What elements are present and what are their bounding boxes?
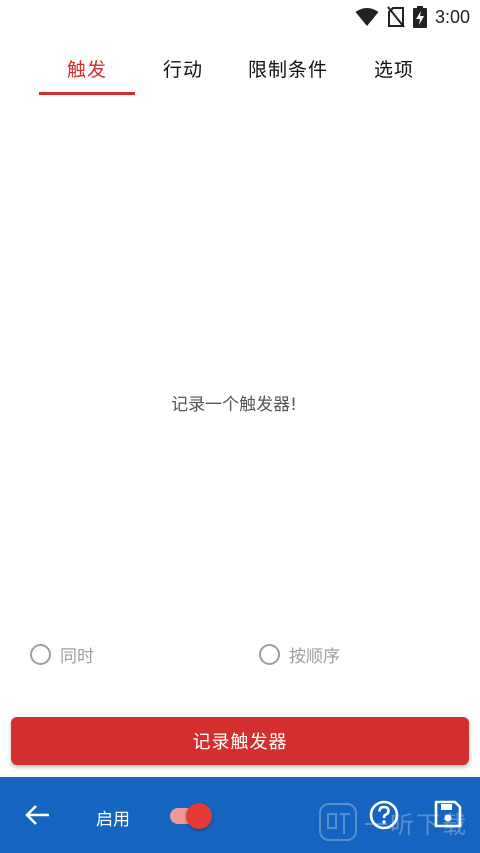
watermark-logo-icon — [319, 803, 357, 841]
empty-state-message: 记录一个触发器! — [171, 395, 297, 415]
tab-actions[interactable]: 行动 — [140, 40, 226, 96]
record-trigger-button-label: 记录触发器 — [192, 732, 288, 753]
tab-trigger[interactable]: 触发 — [39, 40, 135, 96]
radio-option-simultaneous[interactable]: 同时 — [30, 642, 94, 667]
status-bar: 3:00 — [0, 0, 480, 34]
wifi-icon — [355, 8, 379, 26]
radio-label-sequential: 按顺序 — [289, 647, 340, 667]
enable-toggle[interactable] — [170, 801, 216, 831]
back-arrow-icon[interactable] — [24, 801, 52, 829]
active-tab-indicator — [39, 92, 135, 95]
status-icons: 3:00 — [355, 6, 470, 28]
battery-charging-icon — [412, 6, 427, 28]
radio-label-simultaneous: 同时 — [60, 647, 94, 667]
toggle-thumb — [186, 803, 212, 829]
radio-option-sequential[interactable]: 按顺序 — [259, 642, 340, 667]
tab-bar: 触发 行动 限制条件 选项 — [0, 40, 480, 98]
tab-options[interactable]: 选项 — [352, 40, 436, 96]
tab-constraints[interactable]: 限制条件 — [236, 40, 340, 96]
status-time: 3:00 — [434, 6, 470, 27]
no-sim-icon — [387, 6, 405, 28]
watermark-text: 一听下载 — [364, 810, 468, 839]
radio-button-simultaneous[interactable] — [30, 644, 51, 665]
enable-label: 启用 — [96, 810, 130, 830]
record-trigger-button[interactable]: 记录触发器 — [11, 717, 469, 765]
watermark: 一听下载 — [318, 802, 468, 842]
radio-button-sequential[interactable] — [259, 644, 280, 665]
